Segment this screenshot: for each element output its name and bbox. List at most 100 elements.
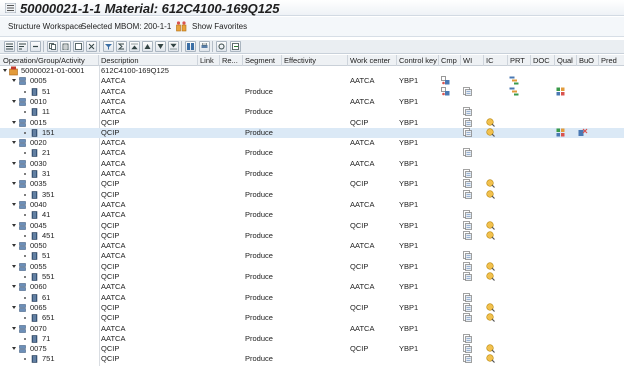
collapse-icon <box>33 45 38 48</box>
move-bottom-button[interactable] <box>168 41 179 52</box>
operation-column-header[interactable]: Operation/Group/Activity <box>3 56 85 65</box>
column-separator <box>219 55 220 66</box>
expand-toggle-icon[interactable] <box>3 69 7 72</box>
segment-cell: Produce <box>245 354 273 364</box>
tree-row[interactable]: 0020 AATCA AATCA YBP1 <box>0 138 624 148</box>
tree-row[interactable]: 71 AATCA Produce <box>0 334 624 344</box>
expand-toggle-icon[interactable] <box>12 141 16 145</box>
structure-workspace-button[interactable]: Structure Workspace <box>8 22 83 31</box>
tree-row[interactable]: 0060 AATCA AATCA YBP1 <box>0 282 624 292</box>
ic-column-header[interactable]: IC <box>486 56 494 65</box>
expand-toggle-icon[interactable] <box>12 99 16 103</box>
export-button[interactable] <box>230 41 241 52</box>
tree-row[interactable]: 151 QCIP Produce <box>0 127 624 138</box>
tree-row[interactable]: 0075 QCIP QCIP YBP1 <box>0 344 624 354</box>
expand-toggle-icon[interactable] <box>12 326 16 330</box>
expand-toggle-icon[interactable] <box>12 264 16 268</box>
tree-row[interactable]: 0045 QCIP QCIP YBP1 <box>0 221 624 231</box>
effectivity-column-header[interactable]: Effectivity <box>284 56 316 65</box>
move-down-button[interactable] <box>155 41 166 52</box>
filter-button[interactable] <box>103 41 114 52</box>
tree-row[interactable]: 50000021-01-0001 612C4100-169Q125 <box>0 66 624 76</box>
segment-cell: Produce <box>245 189 273 199</box>
paste-button[interactable] <box>60 41 71 52</box>
move-top-button[interactable] <box>129 41 140 52</box>
tree-row[interactable]: 0030 AATCA AATCA YBP1 <box>0 159 624 169</box>
expand-toggle-icon[interactable] <box>12 202 16 206</box>
description-cell: AATCA <box>101 107 126 117</box>
tree-row[interactable]: 0055 QCIP QCIP YBP1 <box>0 262 624 272</box>
control-key-cell: YBP1 <box>399 117 419 127</box>
tree-row[interactable]: 0050 AATCA AATCA YBP1 <box>0 241 624 251</box>
collapse-button[interactable] <box>30 41 41 52</box>
move-up-button[interactable] <box>142 41 153 52</box>
collapse-all-button[interactable] <box>17 41 28 52</box>
tree-row[interactable]: 61 AATCA Produce <box>0 293 624 303</box>
qual-column-header[interactable]: Qual <box>557 56 573 65</box>
show-favorites-button[interactable]: Show Favorites <box>192 22 247 31</box>
tree-row[interactable]: 11 AATCA Produce <box>0 107 624 117</box>
tree-row[interactable]: 0070 AATCA AATCA YBP1 <box>0 324 624 334</box>
duplicate-button[interactable] <box>73 41 84 52</box>
tree-row[interactable]: 51 AATCA Produce <box>0 87 624 97</box>
description-cell: QCIP <box>101 354 120 364</box>
tree-leaf-dot <box>24 214 26 217</box>
tree-row[interactable]: 0040 AATCA AATCA YBP1 <box>0 200 624 210</box>
copy-button[interactable] <box>47 41 58 52</box>
expand-toggle-icon[interactable] <box>12 244 16 248</box>
tree-row[interactable]: 0035 QCIP QCIP YBP1 <box>0 179 624 189</box>
segment-column-header[interactable]: Segment <box>245 56 275 65</box>
expand-all-icon <box>6 43 13 50</box>
tree-row[interactable]: 0015 QCIP QCIP YBP1 <box>0 118 624 128</box>
description-cell: QCIP <box>101 179 120 189</box>
expand-toggle-icon[interactable] <box>12 120 16 124</box>
description-cell: QCIP <box>101 117 120 127</box>
expand-toggle-icon[interactable] <box>12 79 16 83</box>
description-cell: QCIP <box>101 272 120 281</box>
re-column-header[interactable]: Re... <box>222 56 238 65</box>
tree-row[interactable]: 0065 QCIP QCIP YBP1 <box>0 303 624 313</box>
tree-row[interactable]: 751 QCIP Produce <box>0 354 624 364</box>
tree-row[interactable]: 21 AATCA Produce <box>0 148 624 158</box>
tree-row[interactable]: 451 QCIP Produce <box>0 231 624 241</box>
prt-column-header[interactable]: PRT <box>510 56 525 65</box>
wi-column-header[interactable]: WI <box>463 56 472 65</box>
cut-button[interactable] <box>86 41 97 52</box>
menu-icon[interactable] <box>5 3 16 13</box>
description-cell: 612C4100-169Q125 <box>101 66 169 75</box>
toolbar-separator <box>212 41 213 52</box>
column-separator <box>197 55 198 66</box>
expand-all-button[interactable] <box>4 41 15 52</box>
layout-button[interactable] <box>185 41 196 52</box>
link-column-header[interactable]: Link <box>200 56 214 65</box>
cmp-column-header[interactable]: Cmp <box>441 56 457 65</box>
tree-leaf-dot <box>24 234 26 237</box>
tree-row[interactable]: 41 AATCA Produce <box>0 210 624 220</box>
control-key-column-header[interactable]: Control key <box>399 56 437 65</box>
expand-toggle-icon[interactable] <box>12 161 16 165</box>
work-center-column-header[interactable]: Work center <box>350 56 390 65</box>
description-cell: AATCA <box>101 241 126 251</box>
description-cell: AATCA <box>101 76 126 86</box>
tree-row[interactable]: 31 AATCA Produce <box>0 169 624 179</box>
description-column-header[interactable]: Description <box>101 56 139 65</box>
doc-column-header[interactable]: DOC <box>533 56 550 65</box>
tree-row[interactable]: 351 QCIP Produce <box>0 190 624 200</box>
buo-column-header[interactable]: BuO <box>579 56 594 65</box>
segment-cell: Produce <box>245 251 273 261</box>
tree-row[interactable]: 651 QCIP Produce <box>0 313 624 323</box>
node-id: 551 <box>42 272 55 281</box>
print-button[interactable] <box>199 41 210 52</box>
expand-toggle-icon[interactable] <box>12 347 16 351</box>
expand-toggle-icon[interactable] <box>12 223 16 227</box>
sum-button[interactable] <box>116 41 127 52</box>
tree-row[interactable]: 0010 AATCA AATCA YBP1 <box>0 97 624 107</box>
tree-row[interactable]: 0005 AATCA AATCA YBP1 <box>0 76 624 86</box>
tree-row[interactable]: 551 QCIP Produce <box>0 272 624 282</box>
pred-column-header[interactable]: Pred <box>601 56 617 65</box>
tree-row[interactable]: 51 AATCA Produce <box>0 251 624 261</box>
expand-toggle-icon[interactable] <box>12 285 16 289</box>
settings-button[interactable] <box>216 41 227 52</box>
expand-toggle-icon[interactable] <box>12 305 16 309</box>
expand-toggle-icon[interactable] <box>12 182 16 186</box>
